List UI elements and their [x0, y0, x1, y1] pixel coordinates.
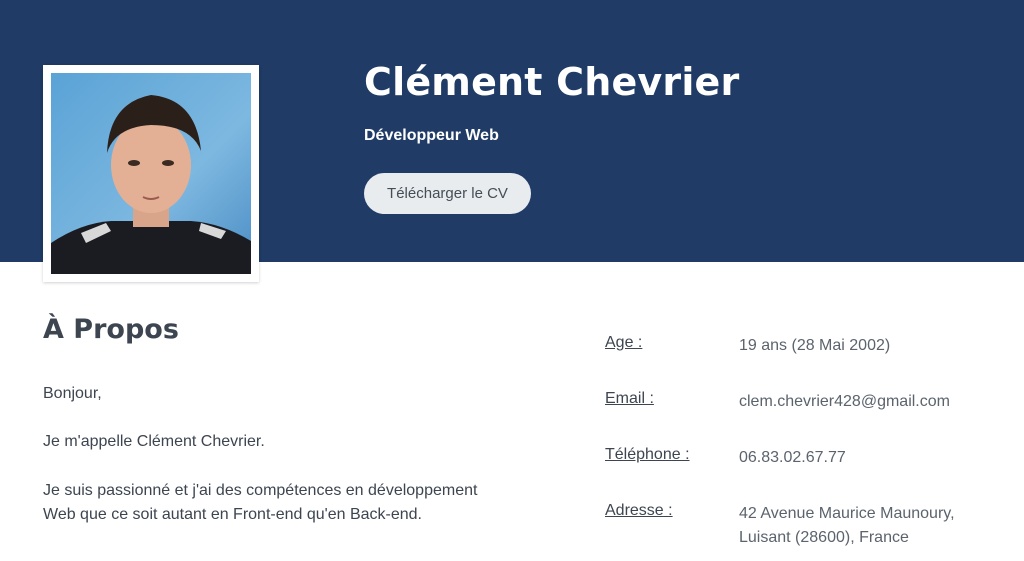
profile-photo [51, 73, 251, 274]
about-paragraph: Bonjour, [43, 385, 102, 402]
email-label: Email : [605, 390, 654, 407]
profile-photo-frame [43, 65, 259, 282]
phone-label: Téléphone : [605, 446, 690, 463]
address-label: Adresse : [605, 502, 673, 519]
age-label: Age : [605, 334, 643, 351]
email-value: clem.chevrier428@gmail.com [739, 393, 950, 410]
about-title: À Propos [43, 314, 179, 345]
download-cv-button[interactable]: Télécharger le CV [364, 173, 531, 214]
address-value: 42 Avenue Maurice Maunoury, Luisant (286… [739, 505, 955, 546]
age-value: 19 ans (28 Mai 2002) [739, 337, 891, 354]
phone-value: 06.83.02.67.77 [739, 449, 846, 466]
about-paragraph: Je suis passionné et j'ai des compétence… [43, 482, 478, 523]
profile-role: Développeur Web [364, 127, 499, 144]
about-paragraph: Je m'appelle Clément Chevrier. [43, 433, 265, 450]
profile-name: Clément Chevrier [364, 60, 740, 104]
